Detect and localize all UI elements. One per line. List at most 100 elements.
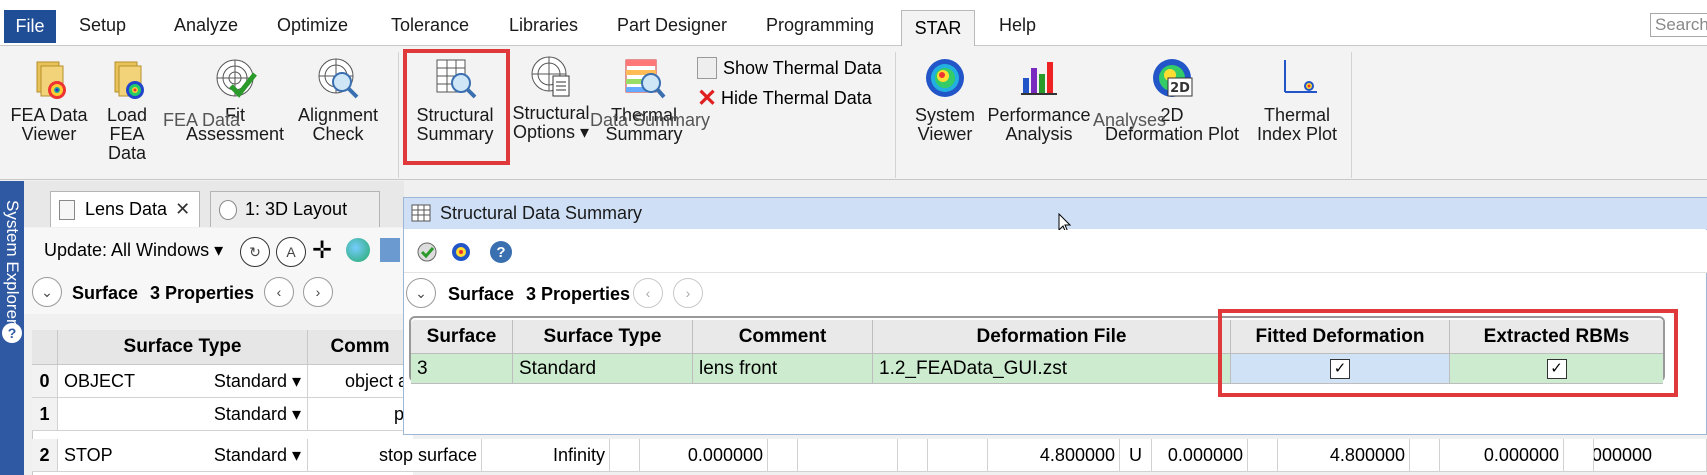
show-thermal-data-button[interactable]: Show Thermal Data — [697, 57, 882, 79]
highlight-box-checkbox-columns — [1218, 309, 1678, 397]
lens-properties-label: 3 Properties — [150, 283, 255, 303]
lens-row-name[interactable]: STOP — [58, 439, 188, 472]
lens-row-solve[interactable] — [1564, 439, 1594, 472]
hide-thermal-data-button[interactable]: ✕ Hide Thermal Data — [697, 84, 872, 112]
alignment-check-button[interactable]: Alignment Check — [290, 56, 386, 144]
menu-libraries[interactable]: Libraries — [509, 15, 578, 36]
load-fea-data-label1: Load FEA — [106, 105, 148, 144]
menu-part-designer[interactable]: Part Designer — [617, 15, 727, 36]
lens-row-solve-u[interactable]: U — [1120, 439, 1152, 472]
search-input[interactable]: Search — [1650, 13, 1707, 37]
lens-row-type[interactable]: Standard ▾ — [188, 365, 308, 398]
performance-analysis-button[interactable]: Performance Analysis — [986, 56, 1092, 144]
lens-row-solve[interactable] — [610, 439, 640, 472]
lens-row-material[interactable] — [798, 439, 898, 472]
alignment-check-label2: Check — [312, 124, 364, 144]
prev-surface-button[interactable]: ‹ — [264, 277, 294, 307]
lens-row-solve[interactable] — [768, 439, 798, 472]
svg-text:2D: 2D — [1170, 81, 1190, 96]
menu-star[interactable]: STAR — [901, 10, 975, 46]
refresh-icon[interactable]: ↻ — [240, 237, 270, 267]
refresh-globe-icon[interactable] — [450, 241, 472, 263]
system-viewer-button[interactable]: System Viewer — [906, 56, 984, 144]
auto-update-icon[interactable]: A — [276, 237, 306, 267]
lens-row-conic[interactable]: 0.000000 — [1440, 439, 1564, 472]
system-viewer-label1: System — [914, 105, 975, 125]
system-viewer-label2: Viewer — [917, 124, 973, 144]
system-explorer-label: System Explorer — [3, 200, 22, 325]
help-circle-icon[interactable]: ? — [2, 323, 22, 343]
lens-row-solve[interactable] — [1410, 439, 1440, 472]
lens-row-radius[interactable]: Infinity — [482, 439, 610, 472]
tab-3d-layout[interactable]: 1: 3D Layout — [210, 191, 380, 227]
lens-row-solve[interactable] — [1248, 439, 1278, 472]
structural-options-button[interactable]: Structural Options ▾ — [503, 54, 599, 142]
lens-row-clear-semi-dia[interactable]: 4.800000 — [988, 439, 1120, 472]
sds-cell-comment[interactable]: lens front — [693, 354, 873, 384]
show-thermal-data-label: Show Thermal Data — [723, 57, 882, 78]
menu-programming[interactable]: Programming — [766, 15, 874, 36]
tab-3d-layout-label: 1: 3D Layout — [245, 199, 348, 219]
lens-row-comment[interactable]: stop surface — [308, 439, 482, 472]
lens-row-comment[interactable]: pl — [308, 398, 412, 431]
lens-row-chip-zone[interactable]: 0.000000 — [1152, 439, 1248, 472]
menu-help[interactable]: Help — [999, 15, 1036, 36]
structural-options-label2: Options ▾ — [512, 122, 590, 142]
sds-col-comment[interactable]: Comment — [693, 320, 873, 354]
next-surface-button[interactable]: › — [303, 277, 333, 307]
lens-row-type[interactable]: Standard ▾ — [188, 439, 308, 472]
sds-cell-surface[interactable]: 3 — [411, 354, 513, 384]
tab-lens-data[interactable]: Lens Data ✕ — [50, 191, 200, 227]
menu-setup[interactable]: Setup — [79, 15, 126, 36]
globe-small-icon[interactable] — [346, 238, 370, 262]
settings-check-icon[interactable] — [416, 241, 438, 263]
lens-row-tce[interactable]: 0.000000 — [1594, 439, 1707, 472]
red-x-icon: ✕ — [697, 84, 718, 112]
close-icon[interactable]: ✕ — [175, 199, 190, 220]
sds-prev-surface-button[interactable]: ‹ — [633, 278, 663, 308]
menu-optimize[interactable]: Optimize — [277, 15, 348, 36]
menu-analyze[interactable]: Analyze — [174, 15, 238, 36]
help-icon[interactable]: ? — [490, 241, 512, 263]
performance-analysis-label2: Analysis — [1005, 124, 1073, 144]
lens-col-surface-type[interactable]: Surface Type — [58, 330, 308, 365]
lens-row-name[interactable]: OBJECT — [58, 365, 188, 398]
collapse-icon[interactable]: ⌄ — [32, 277, 62, 307]
sds-col-surface-type[interactable]: Surface Type — [513, 320, 693, 354]
thermal-index-plot-label2: Index Plot — [1256, 124, 1338, 144]
menu-tolerance[interactable]: Tolerance — [391, 15, 469, 36]
lens-row-solve[interactable] — [898, 439, 928, 472]
lens-row-num: 1 — [32, 398, 58, 431]
lens-row-thickness[interactable]: 0.000000 — [640, 439, 768, 472]
sds-surface-label: Surface — [448, 284, 515, 304]
sds-toolbar — [404, 230, 1707, 273]
layout-small-icon[interactable] — [380, 238, 400, 262]
sds-collapse-icon[interactable]: ⌄ — [406, 278, 436, 308]
lens-row-comment[interactable]: object a — [308, 365, 412, 398]
lens-col-comment[interactable]: Comm — [308, 330, 412, 365]
move-icon[interactable]: ✛ — [312, 238, 332, 264]
sds-next-surface-button[interactable]: › — [673, 278, 703, 308]
thermal-table-icon — [622, 56, 666, 100]
thermal-index-plot-button[interactable]: Thermal Index Plot — [1251, 56, 1343, 144]
lens-row-coating[interactable] — [928, 439, 988, 472]
lens-row-type[interactable]: Standard ▾ — [188, 398, 308, 431]
grid-check-icon — [213, 56, 257, 100]
2d-globe-icon: 2D — [1150, 56, 1194, 100]
data-summary-group-label: Data Summary — [590, 110, 711, 130]
group-separator — [398, 52, 399, 178]
fea-data-viewer-button[interactable]: FEA Data Viewer — [4, 56, 94, 144]
lens-row-mech-semi-dia[interactable]: 4.800000 — [1278, 439, 1410, 472]
load-fea-data-button[interactable]: Load FEA Data — [90, 56, 164, 163]
update-windows-dropdown[interactable]: Update: All Windows ▾ — [44, 240, 223, 261]
lens-row-name[interactable] — [58, 398, 188, 431]
sds-col-surface[interactable]: Surface — [411, 320, 513, 354]
lens-surface-label: Surface — [72, 283, 139, 303]
sds-col-deformation-file[interactable]: Deformation File — [873, 320, 1231, 354]
group-separator — [1351, 52, 1352, 178]
menu-file[interactable]: File — [4, 10, 56, 43]
sds-cell-surface-type[interactable]: Standard — [513, 354, 693, 384]
sds-cell-deformation-file[interactable]: 1.2_FEAData_GUI.zst — [873, 354, 1231, 384]
thermal-doc-icon — [697, 57, 717, 79]
fea-data-viewer-label2: Viewer — [21, 124, 77, 144]
